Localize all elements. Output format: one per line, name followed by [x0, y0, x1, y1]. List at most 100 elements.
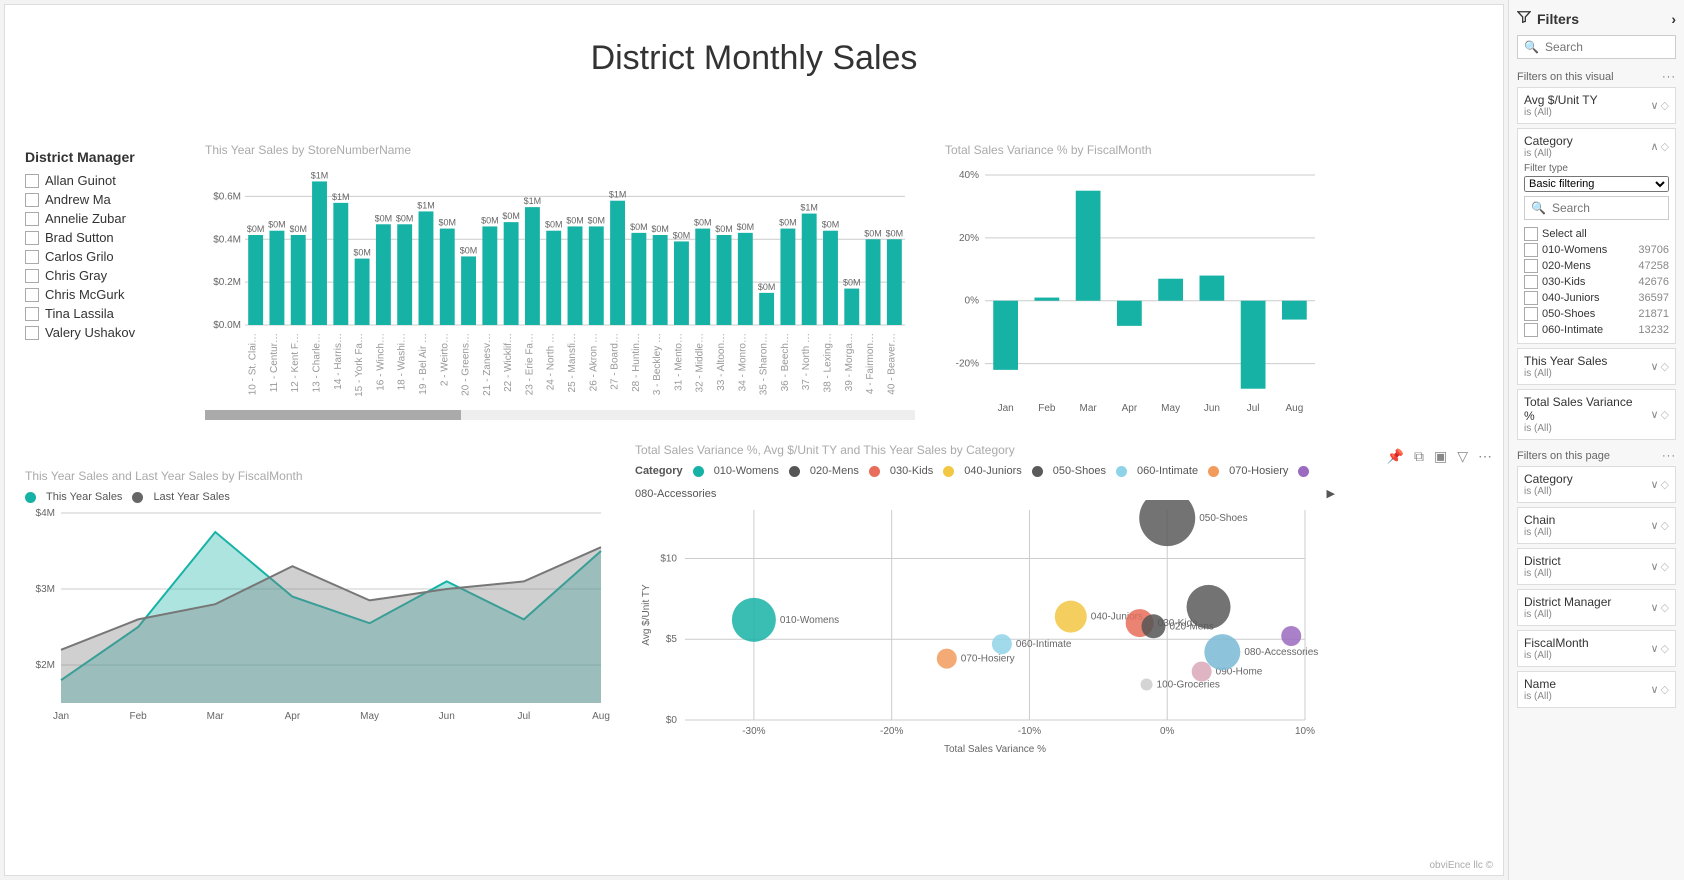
svg-text:10%: 10% — [1295, 726, 1315, 737]
slicer-item[interactable]: Carlos Grilo — [25, 247, 185, 266]
checkbox-icon[interactable] — [25, 326, 39, 340]
chevron-down-icon[interactable]: ∨ — [1650, 478, 1658, 491]
filter-option[interactable]: 040-Juniors36597 — [1524, 290, 1669, 306]
slicer-item[interactable]: Valery Ushakov — [25, 323, 185, 342]
more-icon[interactable]: ⋯ — [1478, 448, 1493, 465]
checkbox-icon[interactable] — [1524, 275, 1538, 289]
clear-icon[interactable]: ◇ — [1661, 478, 1669, 491]
filter-card[interactable]: FiscalMonthis (All)∨◇ — [1517, 630, 1676, 667]
filter-card[interactable]: Nameis (All)∨◇ — [1517, 671, 1676, 708]
pin-icon[interactable]: 📌 — [1387, 448, 1404, 465]
chart-variance-by-month[interactable]: Total Sales Variance % by FiscalMonth -2… — [945, 143, 1325, 433]
slicer-item[interactable]: Annelie Zubar — [25, 209, 185, 228]
slicer-item[interactable]: Brad Sutton — [25, 228, 185, 247]
filters-search[interactable]: 🔍 — [1517, 35, 1676, 59]
checkbox-icon[interactable] — [25, 250, 39, 264]
clear-icon[interactable]: ◇ — [1661, 519, 1669, 532]
legend-dot — [1116, 466, 1127, 477]
svg-text:40 - Beaver…: 40 - Beaver… — [886, 333, 897, 395]
chevron-down-icon[interactable]: ∨ — [1650, 519, 1658, 532]
chart-scrollbar[interactable] — [205, 410, 915, 420]
checkbox-icon[interactable] — [25, 269, 39, 283]
slicer-item[interactable]: Chris Gray — [25, 266, 185, 285]
chevron-up-icon[interactable]: ∧ — [1650, 140, 1658, 153]
filter-card[interactable]: Avg $/Unit TYis (All)∨◇ — [1517, 87, 1676, 124]
filters-search-input[interactable] — [1545, 40, 1669, 54]
legend-next-icon[interactable]: ▶ — [1327, 487, 1335, 500]
filter-option[interactable]: 050-Shoes21871 — [1524, 306, 1669, 322]
filter-card[interactable]: Categoryis (All)∧◇Filter typeBasic filte… — [1517, 128, 1676, 344]
slicer-item[interactable]: Andrew Ma — [25, 190, 185, 209]
focus-icon[interactable]: ▣ — [1434, 448, 1447, 465]
checkbox-icon[interactable] — [1524, 243, 1538, 257]
checkbox-icon[interactable] — [1524, 259, 1538, 273]
svg-text:Mar: Mar — [1080, 403, 1098, 414]
collapse-icon[interactable]: › — [1671, 11, 1676, 27]
section-more-icon[interactable]: ··· — [1662, 450, 1676, 462]
scrollbar-thumb[interactable] — [205, 410, 461, 420]
checkbox-icon[interactable] — [1524, 291, 1538, 305]
filter-option[interactable]: 020-Mens47258 — [1524, 258, 1669, 274]
checkbox-icon[interactable] — [1524, 307, 1538, 321]
slicer-item[interactable]: Tina Lassila — [25, 304, 185, 323]
chart-scatter-category[interactable]: Total Sales Variance %, Avg $/Unit TY an… — [635, 443, 1335, 783]
filter-sub: is (All) — [1524, 486, 1646, 497]
chart-title: Total Sales Variance % by FiscalMonth — [945, 143, 1325, 157]
svg-text:$0.6M: $0.6M — [213, 191, 241, 202]
section-more-icon[interactable]: ··· — [1662, 71, 1676, 83]
clear-icon[interactable]: ◇ — [1661, 642, 1669, 655]
svg-text:$0M: $0M — [758, 282, 776, 292]
visual-action-bar: 📌 ⧉ ▣ ▽ ⋯ — [1387, 448, 1493, 465]
clear-icon[interactable]: ◇ — [1661, 683, 1669, 696]
chevron-down-icon[interactable]: ∨ — [1650, 560, 1658, 573]
svg-text:$5: $5 — [666, 634, 678, 645]
chevron-down-icon[interactable]: ∨ — [1650, 360, 1658, 373]
filter-option[interactable]: Select all — [1524, 226, 1669, 242]
slicer-item[interactable]: Allan Guinot — [25, 171, 185, 190]
checkbox-icon[interactable] — [25, 193, 39, 207]
filter-option[interactable]: 010-Womens39706 — [1524, 242, 1669, 258]
legend-dot — [1208, 466, 1219, 477]
filter-card[interactable]: Chainis (All)∨◇ — [1517, 507, 1676, 544]
legend-label: This Year Sales — [46, 491, 122, 503]
checkbox-icon[interactable] — [1524, 323, 1538, 337]
checkbox-icon[interactable] — [25, 212, 39, 226]
filter-option[interactable]: 030-Kids42676 — [1524, 274, 1669, 290]
checkbox-icon[interactable] — [1524, 227, 1538, 241]
svg-text:Aug: Aug — [592, 711, 610, 722]
checkbox-icon[interactable] — [25, 307, 39, 321]
clear-icon[interactable]: ◇ — [1661, 99, 1669, 112]
filter-card[interactable]: Categoryis (All)∨◇ — [1517, 466, 1676, 503]
filter-option[interactable]: 060-Intimate13232 — [1524, 322, 1669, 338]
chevron-down-icon[interactable]: ∨ — [1650, 99, 1658, 112]
slicer-item[interactable]: Chris McGurk — [25, 285, 185, 304]
chevron-down-icon[interactable]: ∨ — [1650, 601, 1658, 614]
chart-sales-area[interactable]: This Year Sales and Last Year Sales by F… — [25, 469, 615, 769]
legend-dot — [25, 492, 36, 503]
chart-sales-by-store[interactable]: This Year Sales by StoreNumberName $0.0M… — [205, 143, 915, 433]
filter-type-select[interactable]: Basic filtering — [1524, 176, 1669, 192]
chevron-down-icon[interactable]: ∨ — [1650, 642, 1658, 655]
filter-search-input[interactable] — [1552, 201, 1662, 215]
filter-card[interactable]: District Manageris (All)∨◇ — [1517, 589, 1676, 626]
svg-text:Jan: Jan — [53, 711, 69, 722]
checkbox-icon[interactable] — [25, 231, 39, 245]
checkbox-icon[interactable] — [25, 288, 39, 302]
svg-text:3 - Beckley …: 3 - Beckley … — [652, 333, 663, 395]
checkbox-icon[interactable] — [25, 174, 39, 188]
filter-icon[interactable]: ▽ — [1457, 448, 1468, 465]
filter-card[interactable]: This Year Salesis (All)∨◇ — [1517, 348, 1676, 385]
filter-card[interactable]: Total Sales Variance %is (All)∨◇ — [1517, 389, 1676, 440]
filter-name: FiscalMonth — [1524, 636, 1646, 650]
clear-icon[interactable]: ◇ — [1661, 360, 1669, 373]
clear-icon[interactable]: ◇ — [1661, 140, 1669, 153]
clear-icon[interactable]: ◇ — [1661, 560, 1669, 573]
clear-icon[interactable]: ◇ — [1661, 408, 1669, 421]
svg-text:12 - Kent F…: 12 - Kent F… — [290, 333, 301, 392]
copy-icon[interactable]: ⧉ — [1414, 448, 1424, 465]
chevron-down-icon[interactable]: ∨ — [1650, 408, 1658, 421]
chevron-down-icon[interactable]: ∨ — [1650, 683, 1658, 696]
clear-icon[interactable]: ◇ — [1661, 601, 1669, 614]
filter-card[interactable]: Districtis (All)∨◇ — [1517, 548, 1676, 585]
bar-chart-svg: -20%0%20%40%JanFebMarAprMayJunJulAug — [945, 165, 1325, 425]
